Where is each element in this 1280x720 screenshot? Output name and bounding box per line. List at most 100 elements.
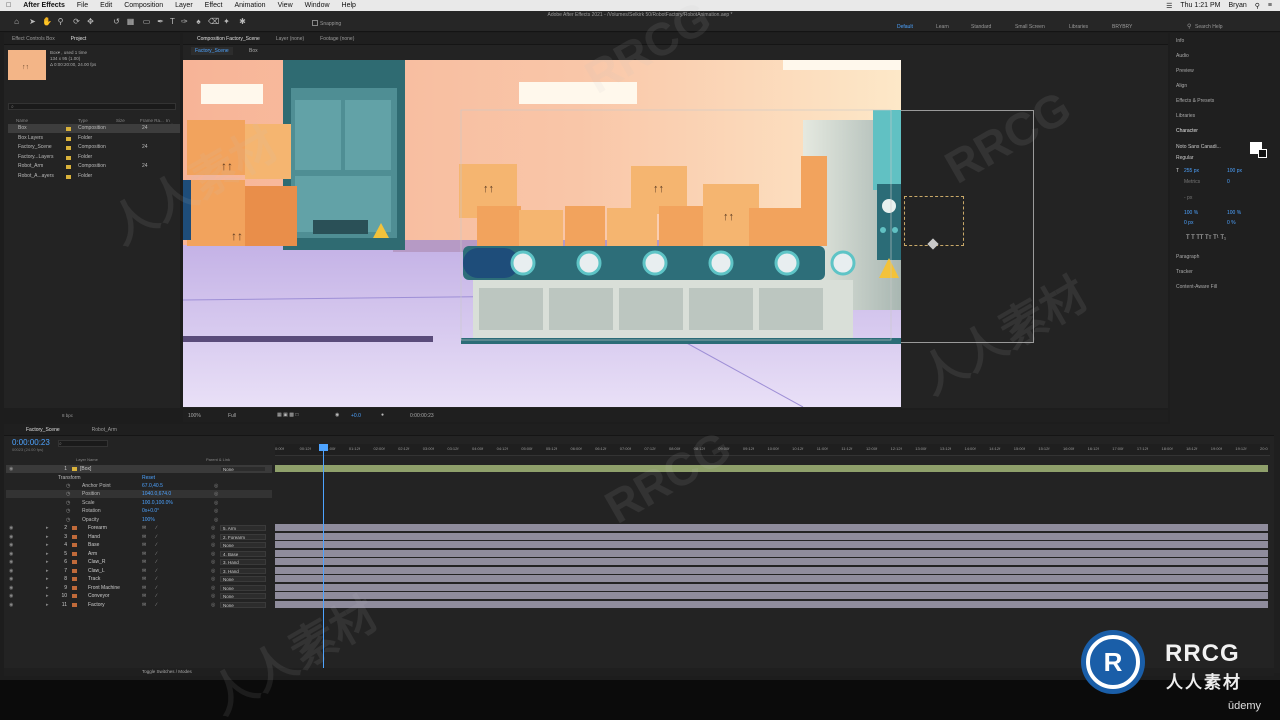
menu-composition[interactable]: Composition bbox=[118, 2, 169, 9]
workspace-learn[interactable]: Learn bbox=[936, 24, 949, 30]
visibility-eye-icon[interactable]: ◉ bbox=[9, 592, 13, 600]
timeline-timecode[interactable]: 0:00:00:23 bbox=[12, 438, 50, 447]
transform-property[interactable]: ◷ Anchor Point 67.0,40.5 ◎ bbox=[6, 482, 272, 490]
parent-select[interactable]: None bbox=[220, 576, 266, 582]
bpc-label[interactable]: 8 bpc bbox=[62, 413, 73, 418]
visibility-eye-icon[interactable]: ◉ bbox=[9, 550, 13, 558]
rectangle-tool-icon[interactable]: ▭ bbox=[142, 17, 151, 26]
label-color[interactable] bbox=[72, 551, 77, 556]
layer-bar[interactable] bbox=[275, 549, 1268, 557]
layer-row[interactable]: ◉ ▸ 3 Hand ✉ ∕ ◎ 2. Forearm bbox=[6, 533, 272, 541]
quality-switch-icon[interactable]: ∕ bbox=[156, 524, 157, 532]
project-item[interactable]: Robot_A...ayers Folder bbox=[8, 172, 180, 181]
parent-select[interactable]: None bbox=[220, 584, 266, 591]
label-color[interactable] bbox=[72, 577, 77, 581]
panel-effects-presets[interactable]: Effects & Presets bbox=[1176, 98, 1214, 104]
brush-tool-icon[interactable]: ✑ bbox=[180, 17, 189, 26]
menu-layer[interactable]: Layer bbox=[169, 2, 199, 9]
stopwatch-icon[interactable]: ◷ bbox=[66, 516, 70, 524]
hand-tool-icon[interactable]: ✋ bbox=[42, 17, 52, 26]
visibility-eye-icon[interactable]: ◉ bbox=[9, 601, 13, 609]
layer-name[interactable]: [Box] bbox=[80, 465, 91, 473]
expression-pickwhip-icon[interactable]: ◎ bbox=[214, 482, 218, 490]
project-item-label-color[interactable] bbox=[66, 127, 71, 131]
type-tool-icon[interactable]: T bbox=[168, 17, 177, 26]
panel-content-aware-fill[interactable]: Content-Aware Fill bbox=[1176, 284, 1217, 290]
stroke-color-swatch[interactable] bbox=[1258, 149, 1267, 158]
project-search-input[interactable]: ⌕ bbox=[8, 103, 176, 110]
camera-icon[interactable]: ◉ bbox=[335, 412, 339, 418]
tab-factory-scene[interactable]: Factory_Scene bbox=[4, 427, 68, 433]
tab-project[interactable]: Project bbox=[63, 36, 95, 42]
roto-brush-tool-icon[interactable]: ✦ bbox=[222, 17, 231, 26]
leading-value[interactable]: 100 px bbox=[1227, 168, 1242, 174]
expression-pickwhip-icon[interactable]: ◎ bbox=[214, 507, 218, 515]
parent-select[interactable]: 2. Forearm bbox=[220, 533, 266, 540]
quality-switch-icon[interactable]: ∕ bbox=[156, 550, 157, 558]
spotlight-icon[interactable]: ⚲ bbox=[1255, 2, 1260, 10]
zoom-select[interactable]: 100% bbox=[188, 413, 201, 419]
stopwatch-icon[interactable]: ◷ bbox=[66, 507, 70, 515]
faux-style-buttons[interactable]: T T TT Tт T¹ T₁ bbox=[1186, 235, 1226, 241]
menu-file[interactable]: File bbox=[71, 2, 94, 9]
layer-bar-box[interactable] bbox=[275, 465, 1268, 472]
shy-icon[interactable]: ✉ bbox=[142, 592, 146, 600]
col-type[interactable]: Type bbox=[78, 118, 88, 123]
parent-pickwhip-icon[interactable]: ◎ bbox=[211, 533, 215, 541]
parent-select[interactable]: None bbox=[220, 601, 266, 608]
expand-triangle-icon[interactable]: ▸ bbox=[46, 533, 49, 541]
tracking-metrics[interactable]: Metrics bbox=[1184, 179, 1200, 185]
col-layer-name[interactable]: Layer Name bbox=[76, 457, 98, 462]
orbit-tool-icon[interactable]: ⟳ bbox=[72, 17, 81, 26]
layer-name[interactable]: Arm bbox=[88, 550, 97, 558]
parent-pickwhip-icon[interactable]: ◎ bbox=[211, 592, 215, 600]
layer-row[interactable]: ◉ ▸ 7 Claw_L ✉ ∕ ◎ 3. Hand bbox=[6, 567, 272, 575]
tab-robot-arm[interactable]: Robot_Arm bbox=[68, 427, 125, 433]
label-color[interactable] bbox=[72, 534, 77, 539]
label-color[interactable] bbox=[72, 585, 77, 590]
quality-switch-icon[interactable]: ∕ bbox=[156, 601, 157, 609]
shy-icon[interactable]: ✉ bbox=[142, 524, 146, 532]
panel-character[interactable]: Character bbox=[1176, 128, 1198, 134]
quality-switch-icon[interactable]: ∕ bbox=[156, 575, 157, 583]
workspace-default[interactable]: Default bbox=[897, 24, 913, 30]
layer-row[interactable]: ◉ ▸ 10 Conveyor ✉ ∕ ◎ None bbox=[6, 592, 272, 600]
panel-paragraph[interactable]: Paragraph bbox=[1176, 254, 1199, 260]
project-item[interactable]: Factory...Layers Folder bbox=[8, 153, 180, 162]
col-size[interactable]: Size bbox=[116, 118, 125, 123]
project-item-label-color[interactable] bbox=[66, 155, 71, 160]
visibility-eye-icon[interactable]: ◉ bbox=[9, 524, 13, 532]
viewer-timecode[interactable]: 0:00:00:23 bbox=[410, 413, 434, 419]
property-value[interactable]: 0x+0.0° bbox=[142, 507, 159, 515]
label-color[interactable] bbox=[72, 594, 77, 598]
parent-pickwhip-icon[interactable]: ◎ bbox=[211, 550, 215, 558]
project-item[interactable]: Robot_Arm Composition 24 bbox=[8, 162, 180, 171]
vertical-scale-value[interactable]: 100 % bbox=[1184, 210, 1198, 216]
quality-switch-icon[interactable]: ∕ bbox=[156, 592, 157, 600]
layer-name[interactable]: Hand bbox=[88, 533, 100, 541]
puppet-tool-icon[interactable]: ✱ bbox=[238, 17, 247, 26]
font-style-select[interactable]: Regular bbox=[1176, 155, 1194, 161]
selection-tool-icon[interactable]: ➤ bbox=[28, 17, 37, 26]
search-icon[interactable]: ⚲ bbox=[1187, 23, 1191, 30]
visibility-eye-icon[interactable]: ◉ bbox=[9, 533, 13, 541]
transform-property[interactable]: ◷ Scale 100.0,100.0% ◎ bbox=[6, 499, 272, 507]
layer-row[interactable]: ◉ ▸ 11 Factory ✉ ∕ ◎ None bbox=[6, 601, 272, 609]
baseline-shift-value[interactable]: 0 px bbox=[1184, 220, 1193, 226]
breadcrumb-box[interactable]: Box bbox=[245, 47, 262, 55]
stopwatch-icon[interactable]: ◷ bbox=[66, 482, 70, 490]
panel-audio[interactable]: Audio bbox=[1176, 53, 1189, 59]
expand-triangle-icon[interactable]: ▸ bbox=[46, 601, 49, 609]
project-item[interactable]: Box Layers Folder bbox=[8, 134, 180, 143]
col-name[interactable]: Name bbox=[16, 118, 28, 123]
snapping-checkbox[interactable] bbox=[312, 20, 318, 26]
time-ruler[interactable]: 0:00f 00:12f 01:00f 01:12f 02:00f 02:12f 03:00… bbox=[275, 444, 1270, 456]
parent-select[interactable]: 3. Hand bbox=[220, 559, 266, 565]
parent-pickwhip-icon[interactable]: ◎ bbox=[211, 584, 215, 592]
project-item-label-color[interactable] bbox=[66, 136, 71, 141]
layer-name[interactable]: Factory bbox=[88, 601, 105, 609]
parent-pickwhip-icon[interactable]: ◎ bbox=[211, 601, 215, 609]
parent-pickwhip-icon[interactable]: ◎ bbox=[211, 541, 215, 549]
quality-switch-icon[interactable]: ∕ bbox=[156, 584, 157, 592]
quality-switch-icon[interactable]: ∕ bbox=[156, 567, 157, 575]
